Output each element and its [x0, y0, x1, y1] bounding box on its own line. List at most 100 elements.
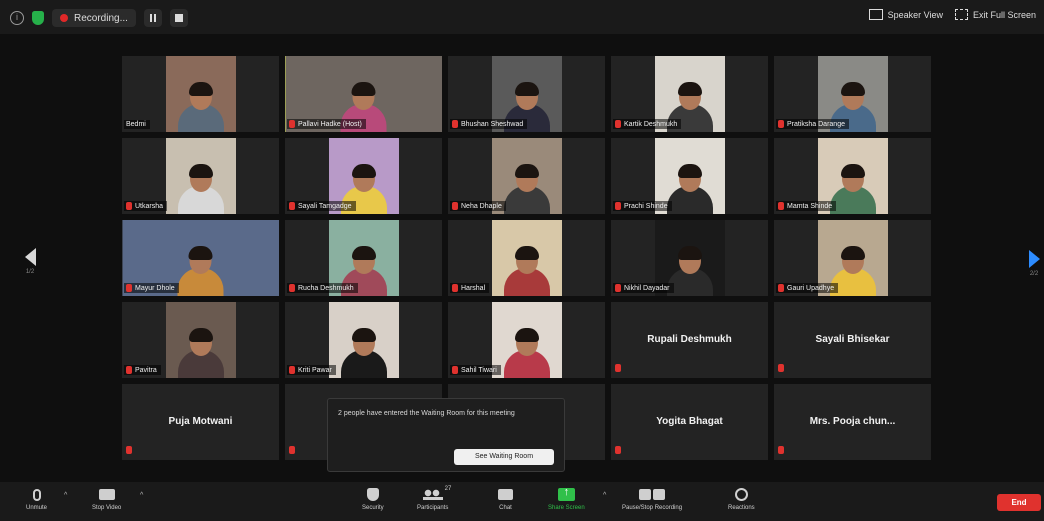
participant-tile[interactable]: Mayur Dhole: [122, 220, 279, 296]
exit-fullscreen-button[interactable]: Exit Full Screen: [954, 9, 1036, 20]
participant-name: Bedmi: [126, 121, 146, 128]
participant-tile[interactable]: Harshal: [448, 220, 605, 296]
participants-icon: [422, 489, 443, 500]
participant-tile[interactable]: Mrs. Pooja chun...: [774, 384, 931, 460]
participant-tile[interactable]: Mamta Shinde: [774, 138, 931, 214]
participants-label: Participants: [417, 505, 449, 511]
reactions-button[interactable]: Reactions: [728, 488, 755, 511]
participants-button[interactable]: 27 Participants: [417, 486, 451, 511]
unmute-button[interactable]: Unmute: [26, 488, 47, 511]
participant-tile[interactable]: Rupali Deshmukh: [611, 302, 768, 378]
speaker-view-icon: [868, 9, 883, 20]
participant-tile[interactable]: Utkarsha: [122, 138, 279, 214]
participant-tile[interactable]: Sayali Tamgadge: [285, 138, 442, 214]
participant-tile[interactable]: Neha Dhaple: [448, 138, 605, 214]
recording-controls-icon: [639, 489, 666, 500]
stop-video-button[interactable]: Stop Video: [92, 488, 121, 511]
participant-name-label: Pallavi Hadke (Host): [287, 119, 366, 129]
video-options-chevron-icon[interactable]: ^: [140, 492, 143, 499]
participant-name: Nikhil Dayadar: [624, 284, 670, 292]
participant-tile[interactable]: Bedmi: [122, 56, 279, 132]
meeting-info-icon[interactable]: i: [10, 11, 24, 25]
participant-name: Neha Dhaple: [461, 202, 502, 210]
participant-tile[interactable]: Kartik Deshmukh: [611, 56, 768, 132]
meeting-toolbar: Unmute ^ Stop Video ^ Security 27 Partic…: [0, 482, 1044, 521]
participant-name: Harshal: [461, 284, 486, 292]
stop-recording-button[interactable]: [169, 9, 188, 27]
recording-dot-icon: [60, 14, 68, 22]
participant-tile[interactable]: Bhushan Sheshwad: [448, 56, 605, 132]
recording-indicator: Recording...: [52, 9, 136, 27]
participants-count: 27: [444, 486, 452, 492]
participant-name: Bhushan Sheshwad: [461, 120, 524, 128]
pause-recording-button[interactable]: [143, 9, 162, 27]
participant-name: Utkarsha: [135, 202, 164, 210]
participant-tile[interactable]: Pratiksha Darange: [774, 56, 931, 132]
muted-microphone-icon: [778, 446, 784, 454]
muted-microphone-icon: [778, 120, 784, 128]
participant-tile[interactable]: Sahil Tiwari: [448, 302, 605, 378]
muted-microphone-icon: [289, 202, 295, 210]
participant-tile[interactable]: Pallavi Hadke (Host): [285, 56, 442, 132]
muted-microphone-icon: [778, 202, 784, 210]
participant-name-label: Kartik Deshmukh: [613, 119, 682, 129]
encryption-shield-icon[interactable]: [32, 11, 44, 25]
participant-name: Pavitra: [135, 366, 157, 374]
participant-tile[interactable]: Pavitra: [122, 302, 279, 378]
muted-microphone-icon: [778, 284, 784, 292]
muted-microphone-icon: [615, 284, 621, 292]
reactions-smiley-icon: [734, 488, 748, 501]
chat-bubble-icon: [498, 489, 513, 500]
participant-video: [491, 302, 562, 378]
participant-name-label: Nikhil Dayadar: [613, 283, 674, 293]
audio-options-chevron-icon[interactable]: ^: [64, 492, 67, 499]
muted-microphone-icon: [615, 120, 621, 128]
muted-microphone-icon: [452, 202, 458, 210]
participant-tile[interactable]: Rucha Deshmukh: [285, 220, 442, 296]
share-screen-button[interactable]: Share Screen: [548, 488, 585, 511]
share-options-chevron-icon[interactable]: ^: [603, 492, 606, 499]
participant-tile[interactable]: Kriti Pawar: [285, 302, 442, 378]
participant-name-label: Mayur Dhole: [124, 283, 179, 293]
chat-button[interactable]: Chat: [498, 488, 513, 511]
participant-video: [491, 220, 562, 296]
muted-microphone-icon: [289, 366, 295, 374]
participant-name: Pratiksha Darange: [787, 120, 845, 128]
participant-name: Mayur Dhole: [135, 284, 175, 292]
participant-tile[interactable]: Puja Motwani: [122, 384, 279, 460]
next-page-button[interactable]: 2/2: [1024, 250, 1044, 290]
reactions-label: Reactions: [728, 505, 755, 511]
participant-name-label: Bedmi: [124, 120, 150, 129]
participant-name: Kriti Pawar: [298, 366, 332, 374]
participant-name-label: Mamta Shinde: [776, 201, 837, 211]
participant-name: Rucha Deshmukh: [298, 284, 354, 292]
participant-name: Yogita Bhagat: [656, 416, 723, 427]
participant-tile[interactable]: Sayali Bhisekar: [774, 302, 931, 378]
muted-microphone-icon: [289, 120, 295, 128]
pause-stop-recording-button[interactable]: Pause/Stop Recording: [622, 488, 682, 511]
participant-name: Mamta Shinde: [787, 202, 833, 210]
participant-tile[interactable]: Prachi Shinde: [611, 138, 768, 214]
muted-microphone-icon: [615, 446, 621, 454]
participant-tile[interactable]: Gauri Upadhye: [774, 220, 931, 296]
participant-tile[interactable]: Yogita Bhagat: [611, 384, 768, 460]
exit-fullscreen-icon: [954, 9, 968, 20]
participant-name: Sahil Tiwari: [461, 366, 497, 374]
meeting-top-bar: i Recording... Speaker View Exit Full Sc…: [0, 0, 1044, 34]
participant-name-label: Gauri Upadhye: [776, 283, 839, 293]
participant-tile[interactable]: Nikhil Dayadar: [611, 220, 768, 296]
muted-microphone-icon: [126, 284, 132, 292]
participant-name-label: Sayali Tamgadge: [287, 201, 356, 211]
see-waiting-room-button[interactable]: See Waiting Room: [454, 449, 554, 465]
participant-name: Gauri Upadhye: [787, 284, 835, 292]
participant-name-label: Kriti Pawar: [287, 365, 336, 375]
security-button[interactable]: Security: [362, 488, 384, 511]
previous-page-button[interactable]: 1/2: [20, 248, 40, 288]
participant-name-label: Harshal: [450, 283, 490, 293]
muted-microphone-icon: [126, 366, 132, 374]
muted-microphone-icon: [452, 120, 458, 128]
end-meeting-button[interactable]: End: [997, 494, 1041, 511]
participant-video: [165, 302, 236, 378]
speaker-view-button[interactable]: Speaker View: [868, 9, 943, 20]
participant-name-label: Sahil Tiwari: [450, 365, 501, 375]
